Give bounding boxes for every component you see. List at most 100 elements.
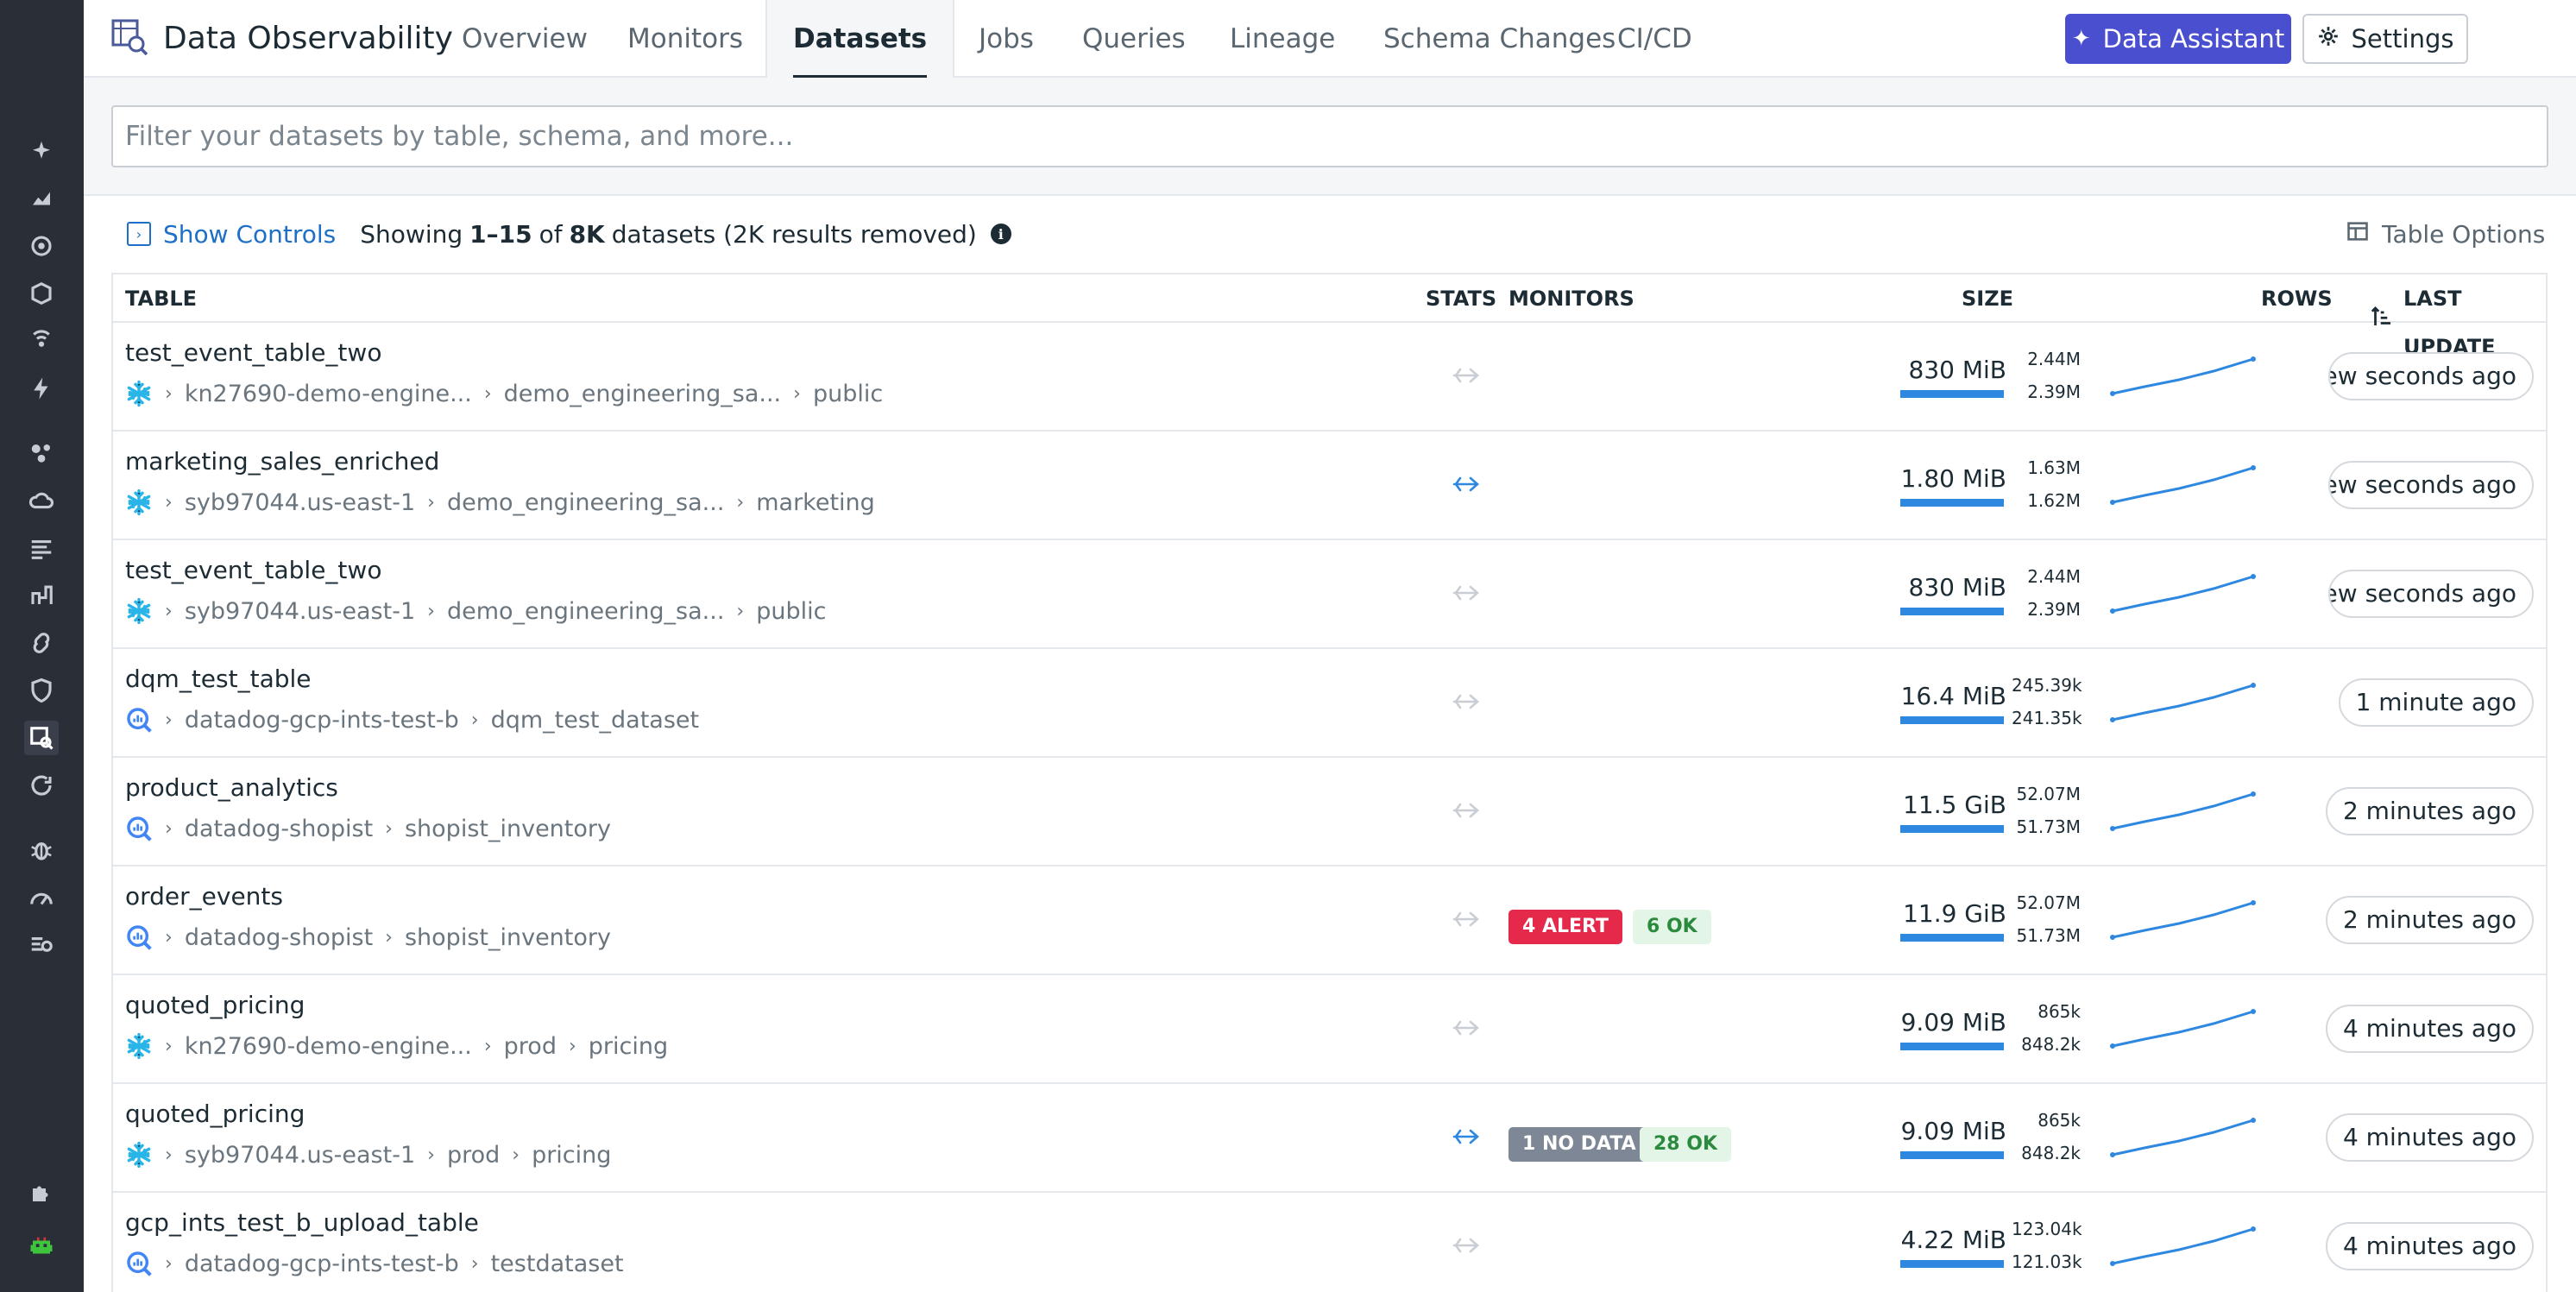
info-icon[interactable]: i (990, 224, 1011, 244)
table-header: TABLE STATS MONITORS SIZE ROWS LAST UPDA… (113, 274, 2546, 359)
table-row[interactable]: quoted_pricing › syb97044.us-east-1 › prod › p… (113, 1084, 2546, 1193)
tab-ci-cd[interactable]: CI/CD (1591, 0, 1718, 78)
table-row[interactable]: test_event_table_two › syb97044.us-east-1 ›… (113, 540, 2546, 649)
chevron-right-icon: › (512, 1144, 520, 1166)
table-name[interactable]: product_analytics (125, 773, 338, 802)
stats-lineage-icon[interactable] (1452, 797, 1484, 823)
path-segment[interactable]: pricing (532, 1142, 611, 1169)
column-header-size[interactable]: SIZE (1962, 274, 2013, 323)
link-icon[interactable] (24, 626, 59, 660)
path-segment[interactable]: datadog-shopist (185, 816, 373, 842)
path-segment[interactable]: syb97044.us-east-1 (185, 598, 415, 625)
path-segment[interactable]: datadog-gcp-ints-test-b (185, 1251, 459, 1277)
column-header-stats[interactable]: STATS (1426, 274, 1496, 323)
table-row[interactable]: quoted_pricing › kn27690-demo-engine... › pr… (113, 975, 2546, 1084)
cloud-icon[interactable] (24, 483, 59, 518)
column-header-monitors[interactable]: MONITORS (1508, 274, 1634, 323)
stats-lineage-icon[interactable] (1452, 1015, 1484, 1041)
path-segment[interactable]: shopist_inventory (405, 816, 611, 842)
path-segment[interactable]: shopist_inventory (405, 924, 611, 951)
tab-queries[interactable]: Queries (1056, 0, 1212, 78)
rows-min-value: 241.35k (2012, 708, 2082, 728)
logs-icon[interactable] (24, 531, 59, 565)
signal-icon[interactable] (24, 324, 59, 358)
stats-lineage-icon[interactable] (1452, 689, 1484, 715)
show-controls-button[interactable]: › Show Controls (127, 220, 336, 249)
user-avatar-icon[interactable] (24, 1230, 59, 1264)
monitor-badge-alert[interactable]: 4 ALERT (1508, 910, 1622, 944)
path-segment[interactable]: kn27690-demo-engine... (185, 1033, 472, 1060)
stats-lineage-icon[interactable] (1452, 1124, 1484, 1150)
table-row[interactable]: gcp_ints_test_b_upload_table › datadog-gcp… (113, 1193, 2546, 1292)
reload-icon[interactable] (24, 768, 59, 803)
dataset-filter-input[interactable] (111, 105, 2548, 167)
path-segment[interactable]: demo_engineering_sa... (447, 489, 724, 516)
path-segment[interactable]: dqm_test_dataset (491, 707, 700, 734)
rows-max-value: 52.07M (2016, 892, 2081, 913)
monitor-badge-ok[interactable]: 6 OK (1633, 910, 1711, 944)
table-name[interactable]: gcp_ints_test_b_upload_table (125, 1208, 479, 1237)
cube-icon[interactable] (24, 276, 59, 311)
rows-min-value: 2.39M (2027, 599, 2081, 620)
path-segment[interactable]: marketing (756, 489, 875, 516)
tab-datasets[interactable]: Datasets (765, 0, 955, 78)
sparkle-icon[interactable] (24, 134, 59, 168)
table-row[interactable]: dqm_test_table › datadog-gcp-ints-test-b › d… (113, 649, 2546, 758)
target-icon[interactable] (24, 229, 59, 263)
path-segment[interactable]: datadog-shopist (185, 924, 373, 951)
dashboard-chart-icon[interactable] (24, 181, 59, 216)
bug-icon[interactable] (24, 833, 59, 867)
settings-button[interactable]: Settings (2302, 14, 2468, 64)
table-options-button[interactable]: Table Options (2346, 212, 2545, 255)
tab-monitors[interactable]: Monitors (601, 0, 769, 78)
bolt-icon[interactable] (24, 371, 59, 406)
tab-lineage[interactable]: Lineage (1204, 0, 1361, 78)
rows-min-value: 1.62M (2027, 490, 2081, 511)
table-name[interactable]: order_events (125, 882, 283, 911)
table-name[interactable]: test_event_table_two (125, 556, 381, 584)
data-observability-icon[interactable] (24, 721, 59, 755)
molecule-icon[interactable] (24, 436, 59, 470)
table-row[interactable]: product_analytics › datadog-shopist › shopis… (113, 758, 2546, 867)
integrations-puzzle-icon[interactable] (24, 1175, 59, 1210)
path-segment[interactable]: prod (447, 1142, 500, 1169)
path-segment[interactable]: syb97044.us-east-1 (185, 489, 415, 516)
stats-lineage-icon[interactable] (1452, 1232, 1484, 1258)
table-name[interactable]: dqm_test_table (125, 665, 312, 693)
tab-jobs[interactable]: Jobs (953, 0, 1060, 78)
apm-icon[interactable] (24, 578, 59, 613)
table-size: 16.4 MiB (1900, 682, 2006, 710)
path-segment[interactable]: demo_engineering_sa... (447, 598, 724, 625)
column-header-rows[interactable]: ROWS (2261, 274, 2333, 323)
tab-overview[interactable]: Overview (436, 0, 614, 78)
column-header-table[interactable]: TABLE (125, 274, 197, 323)
path-segment[interactable]: prod (504, 1033, 557, 1060)
rows-max-value: 865k (2037, 1110, 2081, 1131)
monitor-badge-ok[interactable]: 28 OK (1640, 1127, 1732, 1162)
stats-lineage-icon[interactable] (1452, 580, 1484, 606)
table-name[interactable]: quoted_pricing (125, 1100, 305, 1128)
stats-lineage-icon[interactable] (1452, 906, 1484, 932)
table-row[interactable]: test_event_table_two › kn27690-demo-engine… (113, 323, 2546, 432)
synthetics-icon[interactable] (24, 928, 59, 962)
path-segment[interactable]: testdataset (491, 1251, 624, 1277)
table-row[interactable]: order_events › datadog-shopist › shopist_inv… (113, 867, 2546, 975)
table-name[interactable]: test_event_table_two (125, 338, 381, 367)
chevron-right-icon: › (483, 1035, 492, 1057)
stats-lineage-icon[interactable] (1452, 362, 1484, 388)
path-segment[interactable]: public (756, 598, 826, 625)
path-segment[interactable]: pricing (589, 1033, 668, 1060)
table-row[interactable]: marketing_sales_enriched › syb97044.us-eas… (113, 432, 2546, 540)
table-name[interactable]: marketing_sales_enriched (125, 447, 439, 476)
gauge-icon[interactable] (24, 880, 59, 915)
path-segment[interactable]: datadog-gcp-ints-test-b (185, 707, 459, 734)
path-segment[interactable]: syb97044.us-east-1 (185, 1142, 415, 1169)
monitor-badge-nodata[interactable]: 1 NO DATA (1508, 1127, 1650, 1162)
table-name[interactable]: quoted_pricing (125, 991, 305, 1019)
path-segment[interactable]: kn27690-demo-engine... (185, 381, 472, 407)
path-segment[interactable]: demo_engineering_sa... (504, 381, 781, 407)
shield-icon[interactable] (24, 673, 59, 708)
stats-lineage-icon[interactable] (1452, 471, 1484, 497)
data-assistant-button[interactable]: ✦ Data Assistant (2065, 14, 2291, 64)
path-segment[interactable]: public (813, 381, 883, 407)
